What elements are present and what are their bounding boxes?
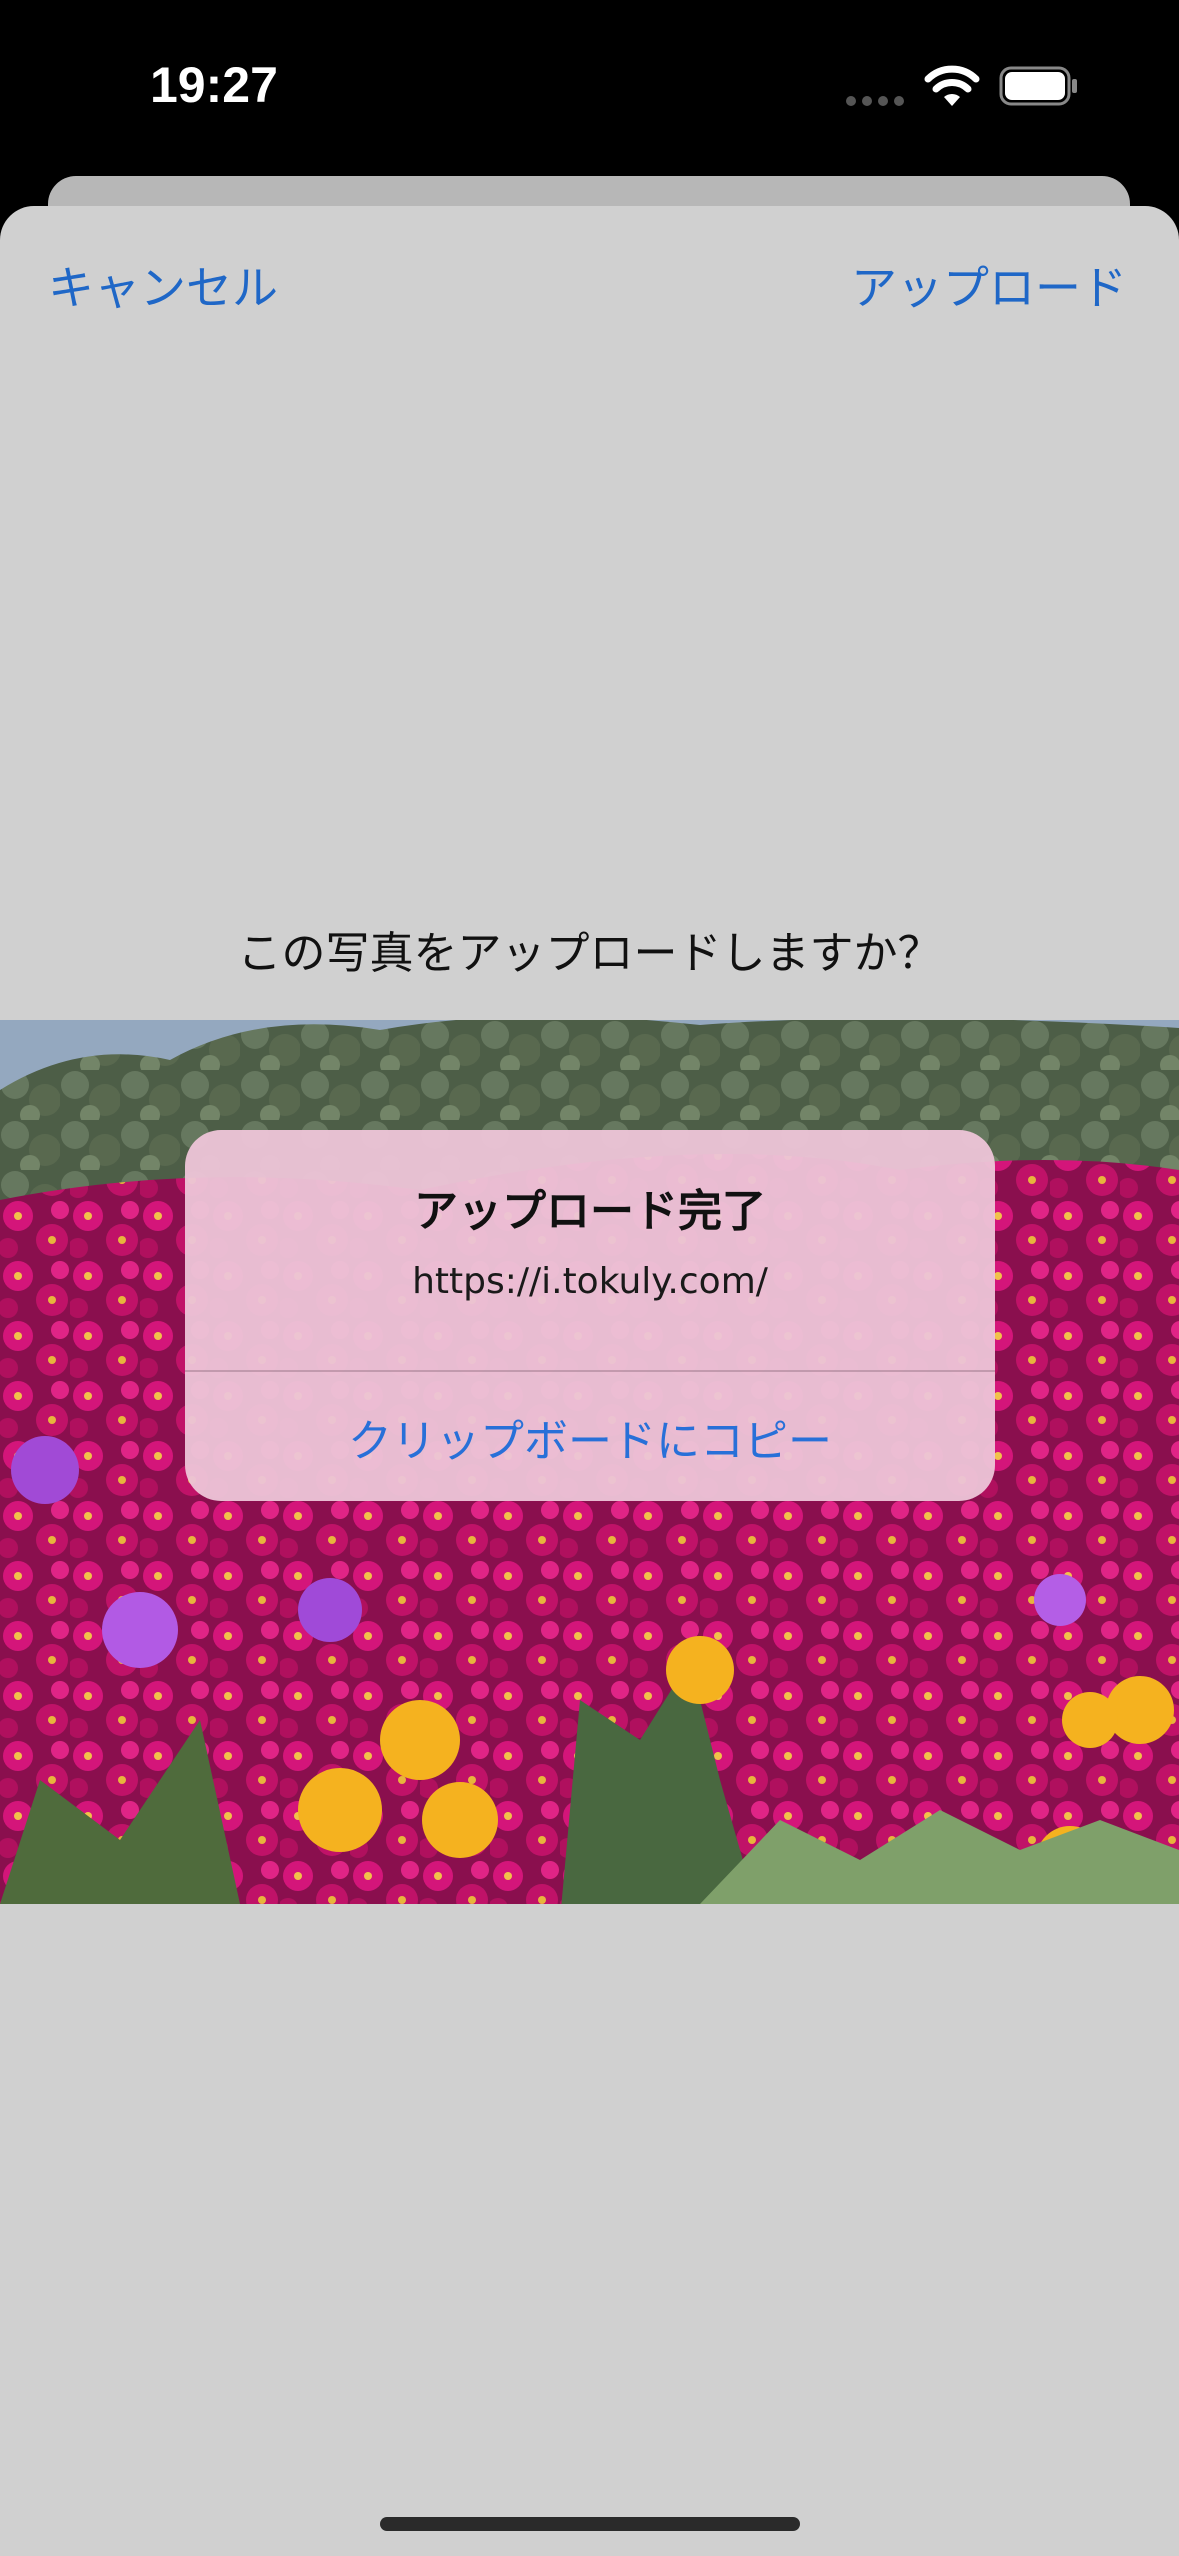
battery-icon (999, 66, 1077, 106)
status-bar: 19:27 (0, 0, 1179, 175)
signal-dots-icon (846, 96, 906, 106)
upload-complete-alert: アップロード完了 https://i.tokuly.com/ クリップボードにコ… (185, 1130, 995, 1501)
alert-url: https://i.tokuly.com/ (412, 1261, 768, 1302)
upload-button[interactable]: アップロード (851, 258, 1127, 318)
home-indicator[interactable] (380, 2517, 800, 2531)
alert-title: アップロード完了 (414, 1186, 766, 1237)
cancel-button[interactable]: キャンセル (48, 258, 278, 318)
copy-to-clipboard-button[interactable]: クリップボードにコピー (185, 1372, 995, 1501)
wifi-icon (924, 65, 980, 106)
upload-prompt: この写真をアップロードしますか？ (237, 928, 942, 979)
status-time: 19:27 (150, 57, 278, 113)
